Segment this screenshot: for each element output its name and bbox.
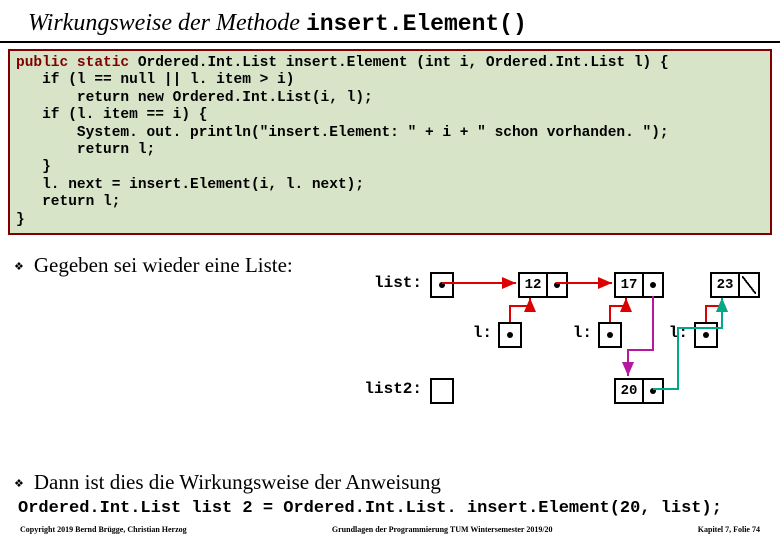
bullet-2-text: Dann ist dies die Wirkungsweise der Anwe…: [34, 470, 441, 495]
dot-icon: [650, 388, 656, 394]
node-17-ptr: [644, 274, 662, 296]
code-line: }: [16, 159, 51, 175]
node-12-value: 12: [520, 274, 548, 296]
list2-head-box: [430, 378, 454, 404]
dot-icon: [607, 332, 613, 338]
dot-icon: [650, 282, 656, 288]
node-20-ptr: [644, 380, 662, 402]
title-underline: [0, 41, 780, 43]
footer-right: Kapitel 7, Folie 74: [698, 525, 760, 534]
dot-icon: [554, 282, 560, 288]
node-23-null: [740, 274, 758, 296]
code-line: l. next = insert.Element(i, l. next);: [16, 177, 364, 193]
node-20: 20: [614, 378, 664, 404]
label-l-2: l:: [568, 324, 592, 342]
bullet-1-text: Gegeben sei wieder eine Liste:: [34, 253, 293, 278]
kw-public-static: public static: [16, 55, 138, 71]
footer-left: Copyright 2019 Bernd Brügge, Christian H…: [20, 525, 187, 534]
footer: Copyright 2019 Bernd Brügge, Christian H…: [0, 525, 780, 534]
dot-icon: [507, 332, 513, 338]
label-list: list:: [362, 274, 422, 292]
code-line: }: [16, 212, 25, 228]
list-head-box: [430, 272, 454, 298]
bullet-2: ❖ Dann ist dies die Wirkungsweise der An…: [14, 470, 780, 495]
footer-mid: Grundlagen der Programmierung TUM Winter…: [332, 525, 553, 534]
code-line: return l;: [16, 142, 155, 158]
node-12: 12: [518, 272, 568, 298]
linked-list-diagram: list: l: l: l: list2: 12 17 23 20: [362, 268, 772, 448]
title-prefix: Wirkungsweise der Methode: [28, 10, 306, 36]
code-line: System. out. println("insert.Element: " …: [16, 125, 669, 141]
code-text: Ordered.Int.List: [486, 55, 625, 71]
label-l-3: l:: [664, 324, 688, 342]
l-head-2: [598, 322, 622, 348]
invocation-code: Ordered.Int.List list 2 = Ordered.Int.Li…: [18, 499, 780, 518]
title-method: insert.Element(): [306, 11, 527, 37]
diamond-icon: ❖: [14, 477, 24, 490]
l-head-3: [694, 322, 718, 348]
code-text: l) {: [625, 55, 669, 71]
code-text: insert.Element (int i,: [277, 55, 486, 71]
node-17: 17: [614, 272, 664, 298]
code-line: if (l. item == i) {: [16, 107, 207, 123]
node-23-value: 23: [712, 274, 740, 296]
node-23: 23: [710, 272, 760, 298]
label-l-1: l:: [468, 324, 492, 342]
node-20-value: 20: [616, 380, 644, 402]
code-line: return new Ordered.Int.List(i, l);: [16, 90, 373, 106]
label-list2: list2:: [362, 380, 422, 398]
node-12-ptr: [548, 274, 566, 296]
slide-title: Wirkungsweise der Methode insert.Element…: [0, 0, 780, 37]
code-line: return l;: [16, 194, 120, 210]
code-block: public static Ordered.Int.List insert.El…: [8, 49, 772, 235]
code-text: Ordered.Int.List: [138, 55, 277, 71]
diamond-icon: ❖: [14, 260, 24, 273]
l-head-1: [498, 322, 522, 348]
dot-icon: [439, 282, 445, 288]
code-line: if (l == null || l. item > i): [16, 72, 294, 88]
dot-icon: [703, 332, 709, 338]
node-17-value: 17: [616, 274, 644, 296]
